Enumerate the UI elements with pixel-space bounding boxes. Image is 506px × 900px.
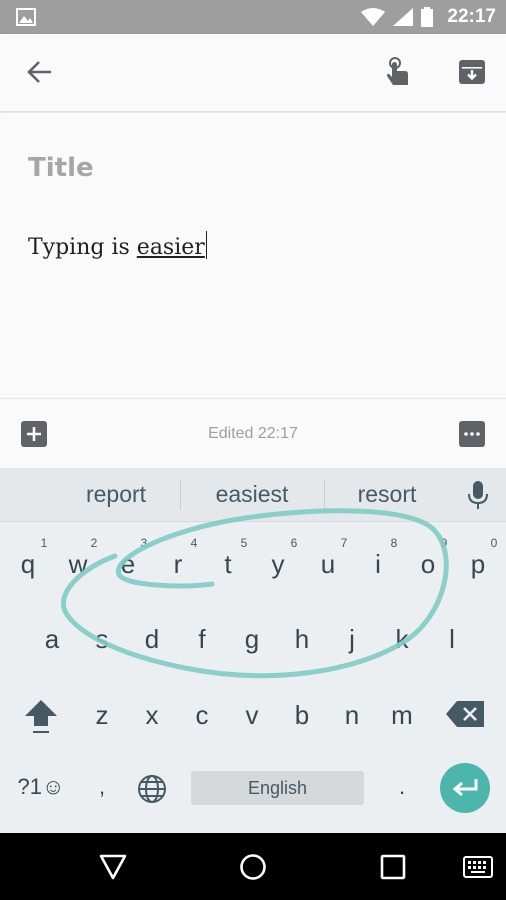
- touch-icon: [387, 57, 408, 85]
- key-x[interactable]: x: [127, 700, 177, 731]
- circle-home-icon: [240, 854, 266, 880]
- nav-recents-button[interactable]: [375, 849, 411, 885]
- arrow-back-icon: [27, 61, 51, 83]
- signal-icon: [393, 8, 414, 26]
- key-k[interactable]: k: [377, 624, 427, 655]
- key-e[interactable]: e: [103, 549, 153, 580]
- title-field[interactable]: Title: [28, 153, 94, 183]
- comma-key[interactable]: ,: [77, 774, 127, 800]
- note-body-text: Typing is: [28, 235, 137, 260]
- more-options-button[interactable]: [459, 421, 485, 447]
- suggestion-strip: report easiest resort: [0, 468, 506, 522]
- composing-word: easier: [136, 235, 205, 260]
- status-time: 22:17: [447, 6, 496, 27]
- status-bar: 22:17: [0, 0, 506, 34]
- back-button[interactable]: [22, 54, 58, 90]
- key-q[interactable]: q: [3, 549, 53, 580]
- archive-button[interactable]: [454, 54, 490, 90]
- triangle-back-icon: [99, 854, 127, 880]
- text-cursor: [205, 231, 207, 259]
- enter-button[interactable]: [440, 763, 490, 813]
- key-hint: 2: [90, 536, 98, 550]
- key-hint: 9: [440, 536, 448, 550]
- period-key[interactable]: .: [377, 774, 427, 800]
- microphone-icon[interactable]: [467, 480, 489, 510]
- toolbar: [0, 34, 506, 112]
- key-r[interactable]: r: [153, 549, 203, 580]
- key-t[interactable]: t: [203, 549, 253, 580]
- image-notification-icon: [16, 8, 36, 26]
- key-m[interactable]: m: [377, 700, 427, 731]
- key-a[interactable]: a: [27, 624, 77, 655]
- navigation-bar: [0, 833, 506, 900]
- key-y[interactable]: y: [253, 549, 303, 580]
- key-i[interactable]: i: [353, 549, 403, 580]
- edited-timestamp: Edited 22:17: [208, 425, 298, 442]
- suggestion-divider: [180, 480, 181, 510]
- note-body-field[interactable]: Typing is easier: [28, 231, 207, 260]
- key-f[interactable]: f: [177, 624, 227, 655]
- key-o[interactable]: o: [403, 549, 453, 580]
- globe-icon[interactable]: [137, 774, 167, 804]
- key-hint: 8: [390, 536, 398, 550]
- key-j[interactable]: j: [327, 624, 377, 655]
- space-bar[interactable]: English: [191, 771, 364, 805]
- enter-icon: [452, 779, 478, 797]
- more-horizontal-icon: [464, 432, 480, 436]
- archive-icon: [459, 60, 485, 84]
- nav-back-button[interactable]: [95, 849, 131, 885]
- symbols-key[interactable]: ?1☺: [8, 774, 74, 800]
- note-bottom-bar: Edited 22:17: [0, 398, 506, 468]
- suggestion-3[interactable]: resort: [317, 481, 457, 508]
- battery-icon: [421, 7, 434, 27]
- key-h[interactable]: h: [277, 624, 327, 655]
- key-z[interactable]: z: [77, 700, 127, 731]
- keyboard-icon: [463, 856, 493, 878]
- suggestion-1[interactable]: report: [46, 481, 186, 508]
- key-g[interactable]: g: [227, 624, 277, 655]
- key-v[interactable]: v: [227, 700, 277, 731]
- key-w[interactable]: w: [53, 549, 103, 580]
- square-recents-icon: [380, 854, 406, 880]
- key-hint: 6: [290, 536, 298, 550]
- wifi-icon: [361, 8, 386, 26]
- key-hint: 0: [490, 536, 498, 550]
- keyboard-switch-button[interactable]: [460, 849, 496, 885]
- key-hint: 4: [190, 536, 198, 550]
- key-p[interactable]: p: [453, 549, 503, 580]
- key-hint: 3: [140, 536, 148, 550]
- shift-icon[interactable]: [24, 698, 58, 736]
- backspace-icon[interactable]: [446, 701, 484, 727]
- key-l[interactable]: l: [427, 624, 477, 655]
- touch-button[interactable]: [380, 54, 416, 90]
- key-c[interactable]: c: [177, 700, 227, 731]
- suggestion-2[interactable]: easiest: [182, 481, 322, 508]
- key-s[interactable]: s: [77, 624, 127, 655]
- key-b[interactable]: b: [277, 700, 327, 731]
- key-hint: 7: [340, 536, 348, 550]
- nav-home-button[interactable]: [235, 849, 271, 885]
- key-d[interactable]: d: [127, 624, 177, 655]
- key-n[interactable]: n: [327, 700, 377, 731]
- note-editor: Title Typing is easier: [0, 113, 506, 398]
- key-hint: 1: [40, 536, 48, 550]
- key-hint: 5: [240, 536, 248, 550]
- key-u[interactable]: u: [303, 549, 353, 580]
- gesture-keyboard: report easiest resort 1 2 3 4 5 6 7 8 9 …: [0, 468, 506, 833]
